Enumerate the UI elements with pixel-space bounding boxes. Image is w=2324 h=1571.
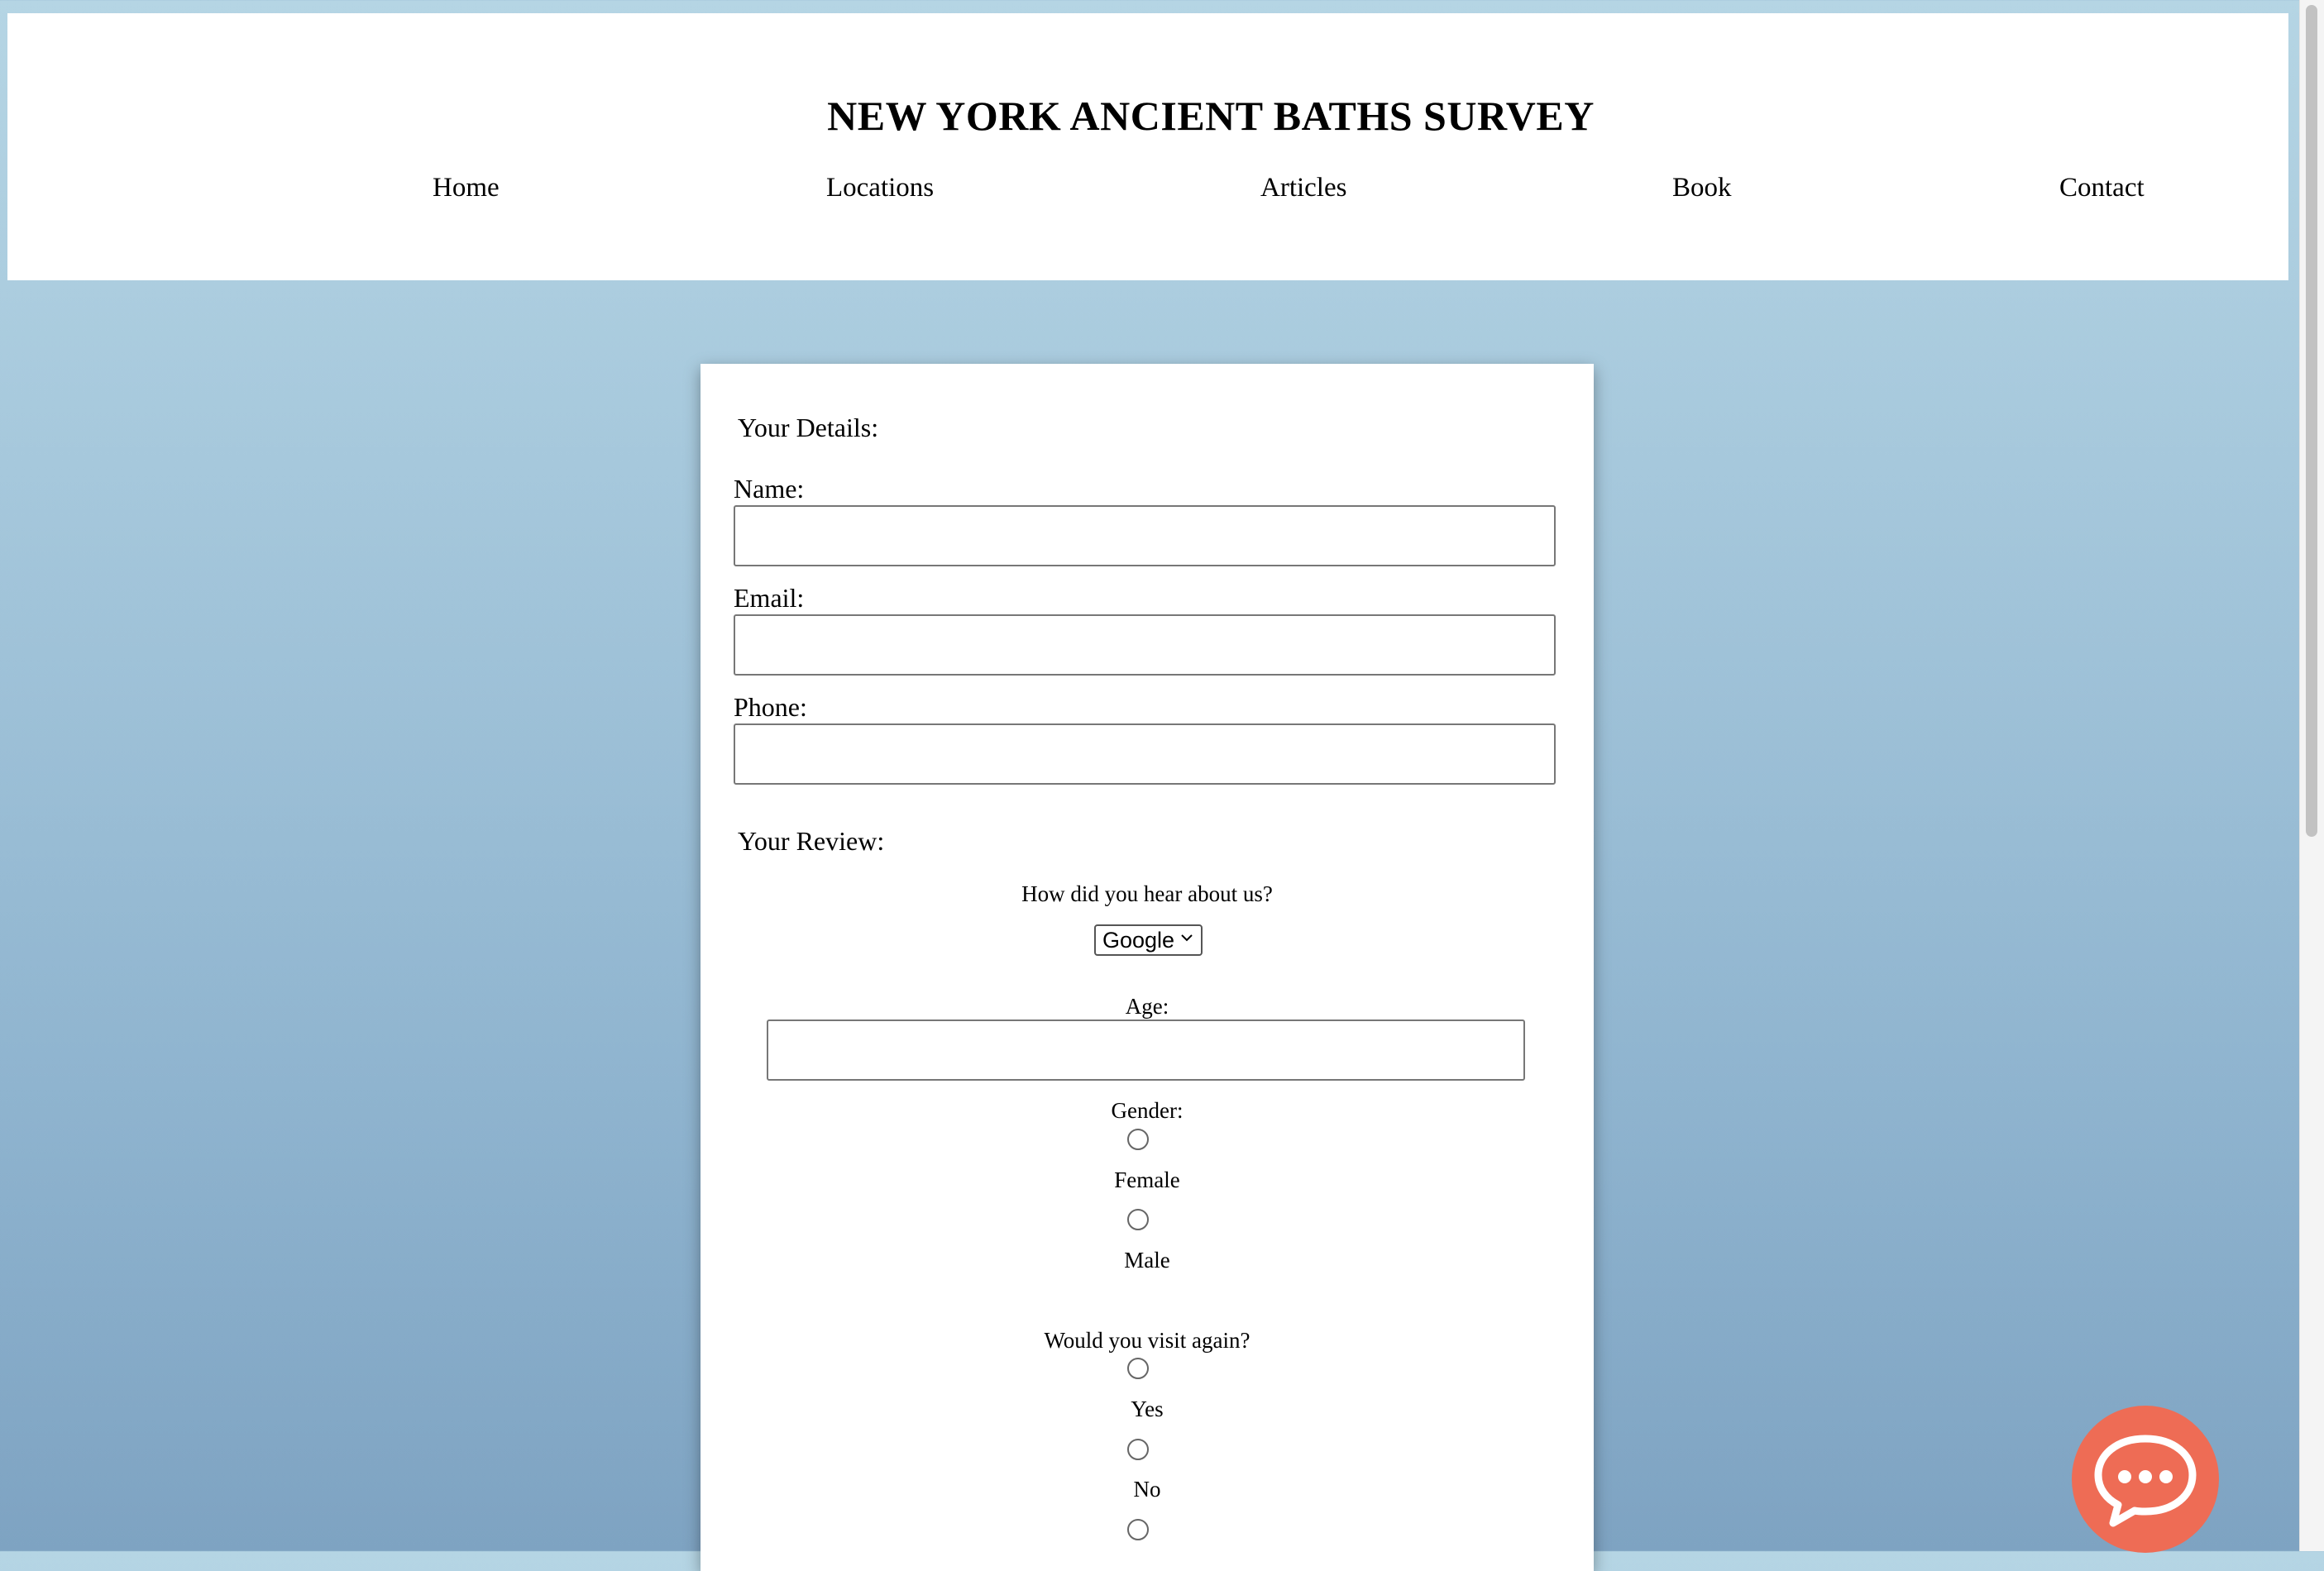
age-field[interactable] [767, 1019, 1525, 1081]
nav-book[interactable]: Book [1672, 173, 1732, 203]
phone-field[interactable] [734, 723, 1556, 785]
scrollbar-thumb[interactable] [2306, 5, 2317, 837]
gender-female-radio[interactable] [1127, 1129, 1149, 1150]
email-label: Email: [734, 583, 805, 613]
nav-home[interactable]: Home [433, 173, 500, 203]
hear-select-value: Google [1102, 927, 1175, 953]
nav-contact[interactable]: Contact [2059, 173, 2145, 203]
visit-third-radio[interactable] [1127, 1519, 1149, 1540]
site-title: NEW YORK ANCIENT BATHS SURVEY [827, 93, 1595, 139]
chat-bubble-icon [2094, 1435, 2197, 1527]
review-heading: Your Review: [738, 826, 885, 856]
gender-male-radio[interactable] [1127, 1209, 1149, 1230]
nav-articles[interactable]: Articles [1260, 173, 1346, 203]
review-form: Your Details: Name: Email: Phone: Your R… [701, 364, 1594, 1571]
gender-male-label: Male [1124, 1248, 1170, 1273]
name-field[interactable] [734, 505, 1556, 566]
site-header: NEW YORK ANCIENT BATHS SURVEY Home Locat… [7, 13, 2288, 280]
visit-yes-radio[interactable] [1127, 1358, 1149, 1379]
name-label: Name: [734, 474, 805, 504]
email-field[interactable] [734, 614, 1556, 676]
visit-label: Would you visit again? [1044, 1328, 1250, 1353]
hear-select[interactable]: Google [1094, 924, 1203, 956]
visit-no-label: No [1133, 1477, 1161, 1502]
gender-female-label: Female [1114, 1168, 1180, 1192]
visit-yes-label: Yes [1131, 1397, 1164, 1421]
gender-label: Gender: [1111, 1098, 1184, 1123]
nav-locations[interactable]: Locations [826, 173, 934, 203]
hear-label: How did you hear about us? [1021, 881, 1273, 906]
visit-no-radio[interactable] [1127, 1439, 1149, 1460]
details-heading: Your Details: [738, 413, 879, 442]
age-label: Age: [1125, 994, 1169, 1019]
chevron-down-icon [1179, 930, 1194, 950]
chat-button[interactable] [2072, 1406, 2219, 1553]
phone-label: Phone: [734, 692, 807, 722]
